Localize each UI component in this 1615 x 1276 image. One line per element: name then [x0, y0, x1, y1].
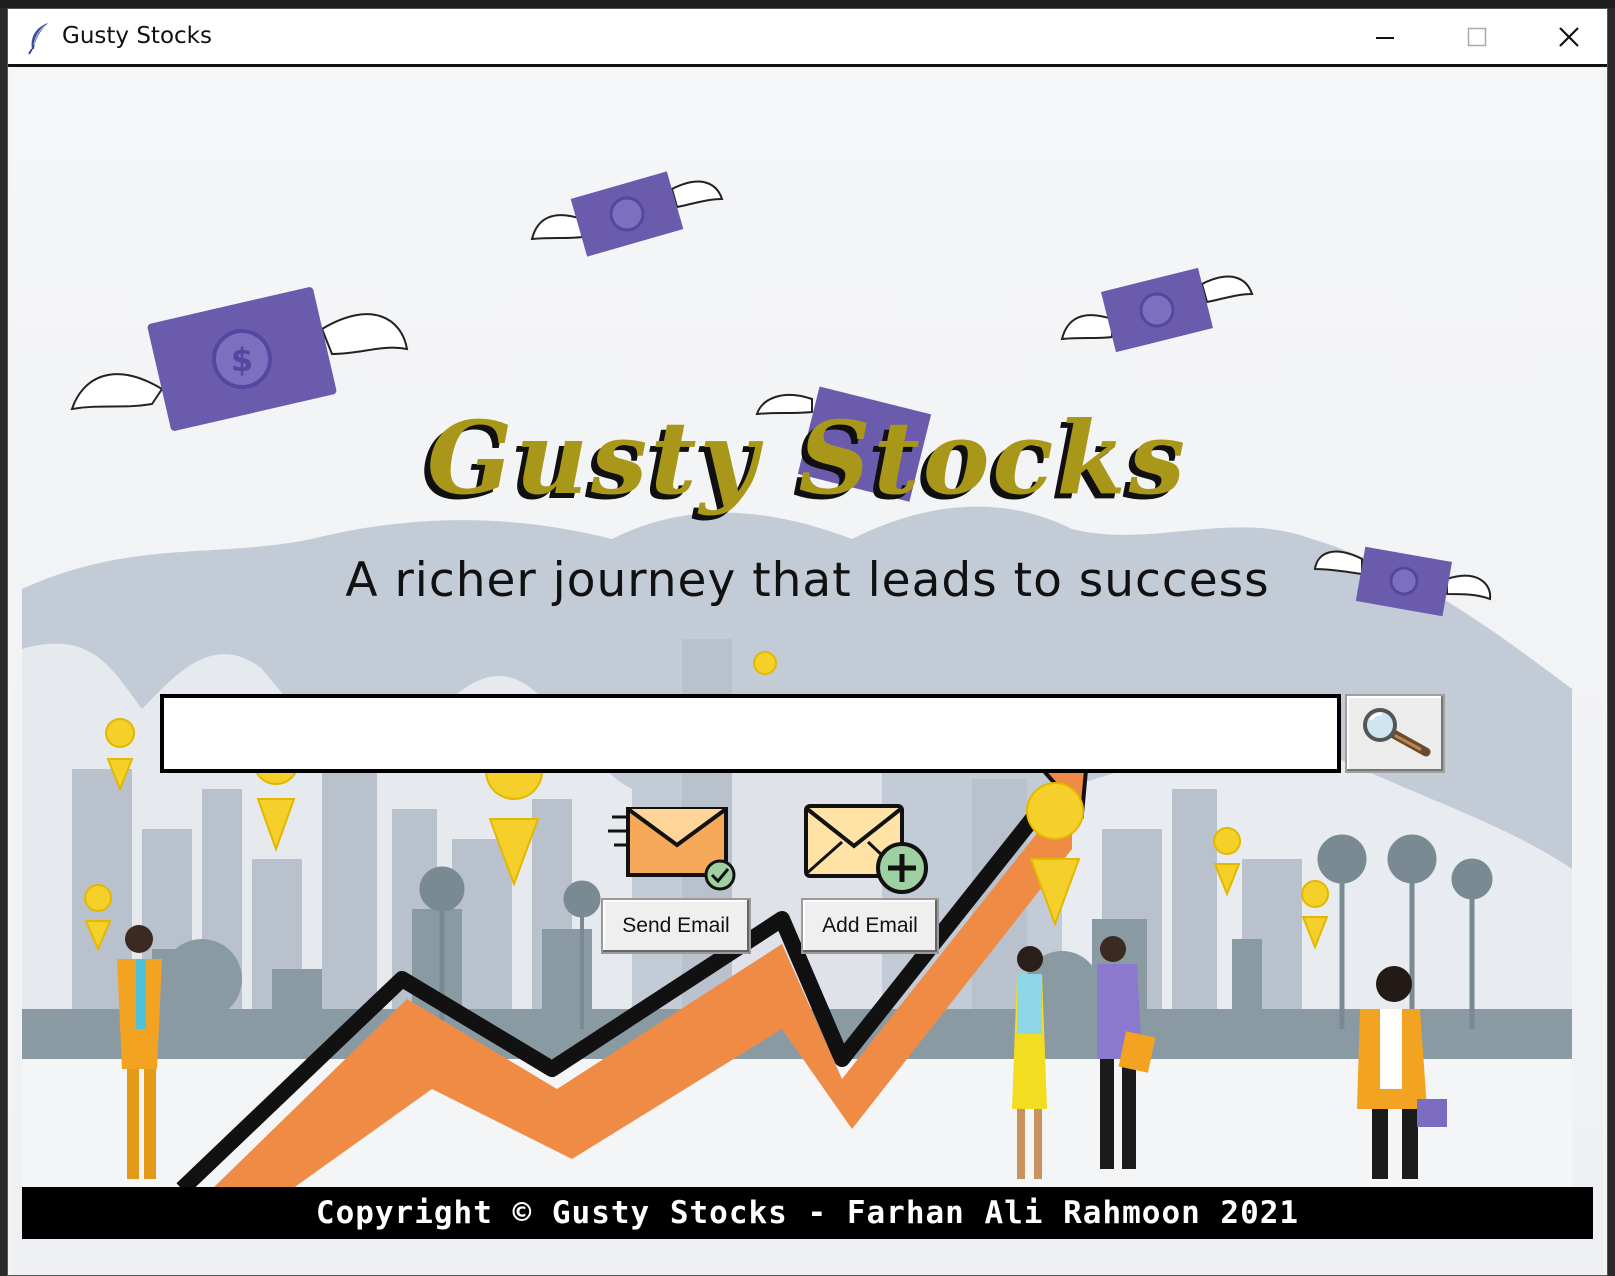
maximize-icon	[1467, 27, 1487, 46]
footer-bar: Copyright © Gusty Stocks - Farhan Ali Ra…	[22, 1187, 1593, 1239]
close-icon	[1559, 26, 1579, 47]
send-email-button[interactable]: Send Email	[601, 898, 751, 954]
add-email-button[interactable]: Add Email	[801, 898, 939, 954]
close-button[interactable]	[1523, 9, 1615, 64]
svg-text:$: $	[231, 341, 253, 379]
app-logo: Gusty Stocks	[426, 399, 1189, 517]
maximize-button[interactable]	[1431, 9, 1523, 64]
magnifier-icon	[1363, 707, 1431, 756]
background-illustration: $	[22, 171, 1572, 1195]
flying-money-top	[530, 171, 724, 257]
copyright-text: Copyright © Gusty Stocks - Farhan Ali Ra…	[315, 1195, 1300, 1231]
search-input[interactable]	[160, 694, 1341, 773]
app-window: Gusty Stocks $ Gusty Stocks A richer jou…	[7, 8, 1608, 1276]
send-email-icon	[608, 807, 736, 891]
flying-money-right	[1060, 267, 1254, 353]
title-bar: Gusty Stocks	[8, 9, 1607, 67]
minimize-button[interactable]	[1339, 9, 1431, 64]
add-email-icon	[804, 804, 928, 894]
desktop-background	[0, 0, 1615, 8]
minimize-icon	[1376, 36, 1394, 39]
search-button[interactable]	[1345, 694, 1445, 773]
window-title: Gusty Stocks	[62, 23, 212, 49]
feather-icon	[28, 23, 48, 55]
tagline: A richer journey that leads to success	[345, 553, 1270, 608]
app-canvas: $ Gusty Stocks A richer journey that lea…	[12, 69, 1603, 1275]
